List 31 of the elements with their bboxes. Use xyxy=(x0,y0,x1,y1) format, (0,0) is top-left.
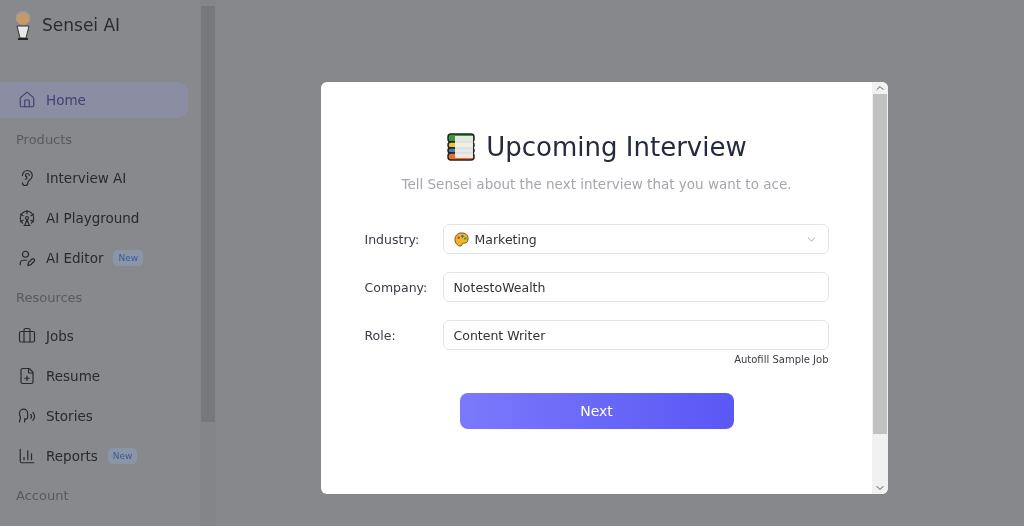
sidebar-item[interactable]: Reports New xyxy=(0,438,188,474)
home-icon xyxy=(18,91,36,109)
new-badge: New xyxy=(107,448,138,464)
dialog-title: Upcoming Interview xyxy=(486,132,747,162)
file-plus-icon xyxy=(18,367,36,385)
speaking-head-icon xyxy=(18,407,36,425)
field-label: Industry: xyxy=(364,231,421,247)
dialog-subtitle: Tell Sensei about the next interview that you want to ace. xyxy=(401,176,792,192)
new-badge: New xyxy=(113,250,144,266)
scrollbar[interactable] xyxy=(872,82,888,494)
next-button[interactable]: Next xyxy=(459,393,734,429)
input-field[interactable]: NotestoWealth xyxy=(442,272,829,302)
brand-name: Sensei AI xyxy=(42,15,121,35)
user-pen-icon xyxy=(18,249,36,267)
field-label: Role: xyxy=(364,327,397,343)
sidebar-item[interactable]: Stories xyxy=(0,398,188,434)
sidebar-item[interactable]: AI Editor New xyxy=(0,240,188,276)
sidebar-item[interactable]: Jobs xyxy=(0,318,188,354)
sidebar-item[interactable]: Interview AI xyxy=(0,160,188,196)
input-field[interactable]: Content Writer xyxy=(442,320,829,350)
bar-chart-icon xyxy=(18,447,36,465)
books-icon xyxy=(446,133,477,161)
sidebar-item[interactable]: Home xyxy=(0,82,188,118)
sidebar-item[interactable]: AI Playground xyxy=(0,200,188,236)
ferris-wheel-icon xyxy=(18,209,36,227)
palette-icon xyxy=(453,231,469,247)
field-label: Company: xyxy=(364,279,429,295)
autofill-link[interactable]: Autofill Sample Job xyxy=(734,354,829,365)
sidebar-item[interactable]: Resume xyxy=(0,358,188,394)
industry-select[interactable]: Marketing xyxy=(442,224,829,254)
briefcase-icon xyxy=(18,327,36,345)
